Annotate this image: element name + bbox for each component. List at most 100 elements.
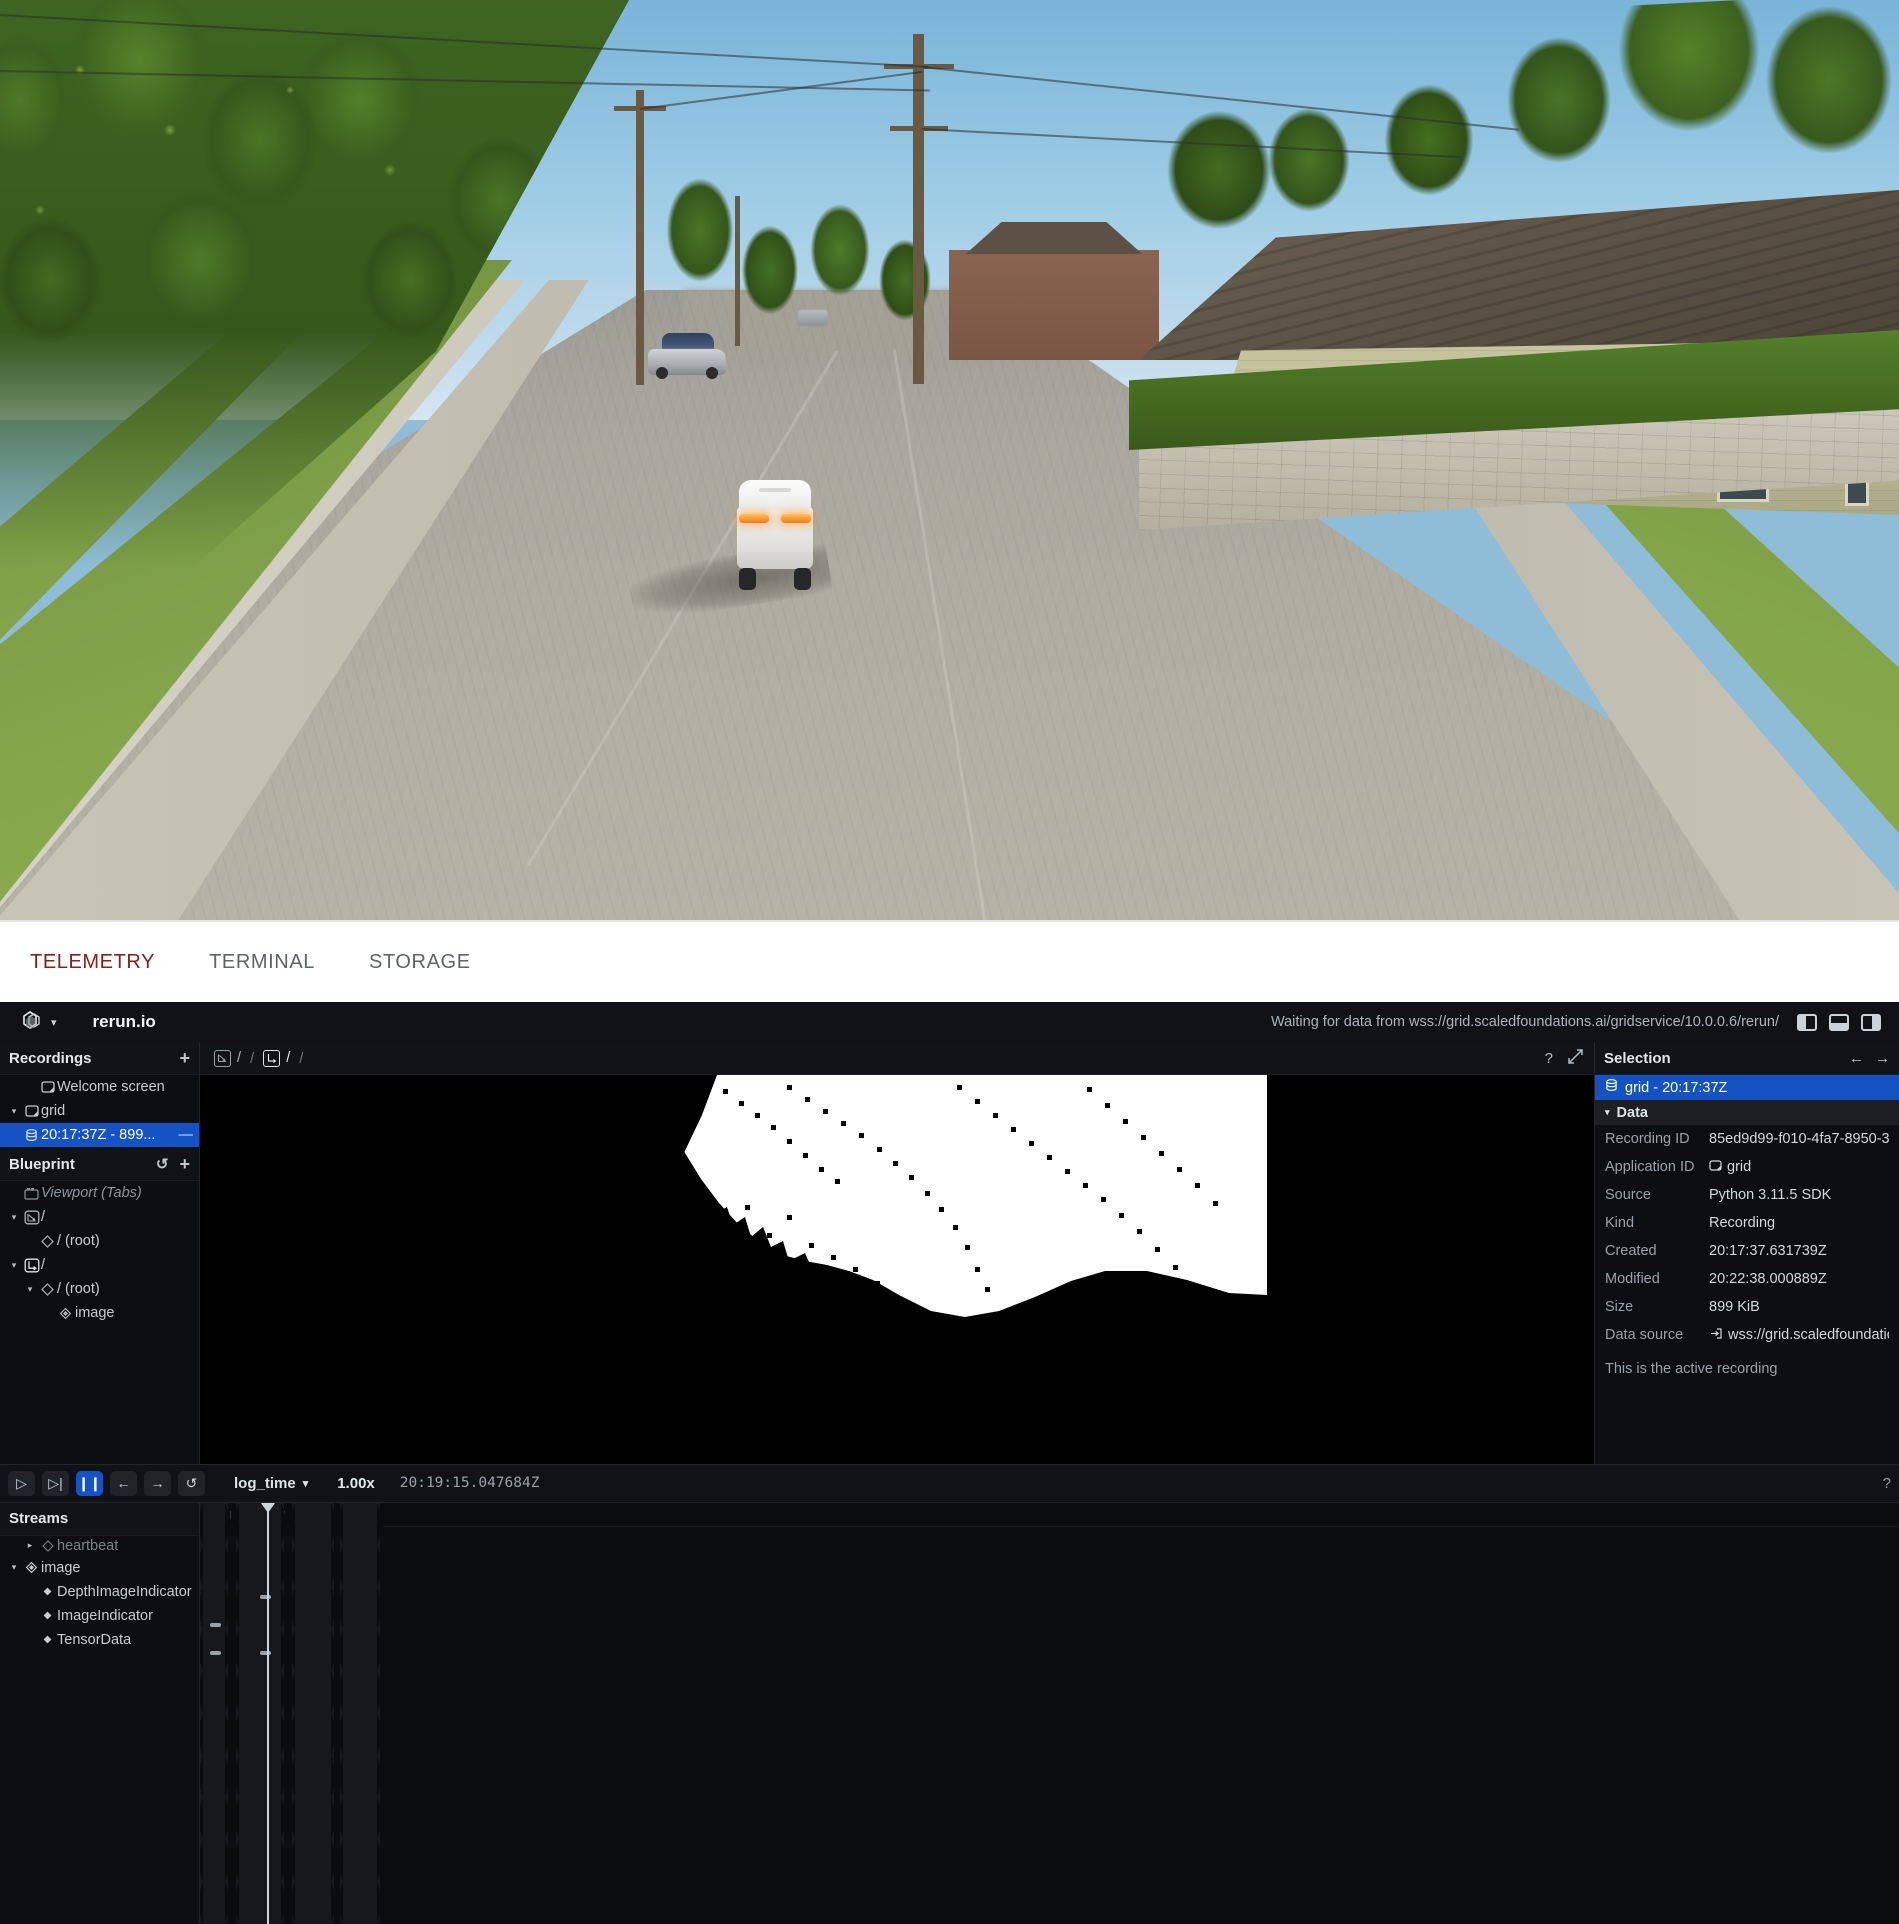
viewer-help-button[interactable]: ?	[1545, 1050, 1553, 1067]
tab-telemetry[interactable]: TELEMETRY	[20, 943, 165, 982]
field-value: 85ed9d99-f010-4fa7-8950-3bc607	[1709, 1131, 1889, 1147]
left-panel-toggle-icon[interactable]	[1797, 1013, 1817, 1031]
stream-item-depthimageindicator[interactable]: DepthImageIndicator	[0, 1580, 199, 1604]
recording-group-grid[interactable]: ▾ grid	[0, 1099, 199, 1123]
twisty-expanded[interactable]: ▾	[22, 1284, 38, 1295]
utility-pole	[735, 196, 740, 346]
timeline-help-button[interactable]: ?	[1883, 1475, 1891, 1492]
add-blueprint-button[interactable]: +	[179, 1155, 190, 1173]
selection-forward-button[interactable]: →	[1875, 1051, 1890, 1066]
blueprint-label: /	[41, 1209, 46, 1225]
robot-taillight-left	[739, 514, 769, 523]
timeline-selector-label: log_time	[234, 1474, 296, 1492]
twisty-expanded[interactable]: ▾	[6, 1212, 22, 1223]
viewer-tab-3d[interactable]: /	[259, 1048, 294, 1069]
field-value: 20:22:38.000889Z	[1709, 1271, 1827, 1287]
tab-separator: /	[299, 1049, 304, 1067]
selection-back-button[interactable]: ←	[1849, 1051, 1864, 1066]
stream-item-image[interactable]: ▾ image	[0, 1556, 199, 1580]
field-value: wss://grid.scaledfoundations.ai/	[1728, 1327, 1889, 1343]
depth-image-viewer[interactable]	[200, 1075, 1594, 1464]
utility-pole	[636, 90, 644, 385]
viewer-expand-icon[interactable]	[1567, 1048, 1584, 1069]
streams-header: Streams	[0, 1502, 199, 1536]
camera-feed-image	[0, 0, 1899, 920]
delivery-robot	[627, 480, 833, 624]
twisty-expanded[interactable]: ▾	[6, 1106, 22, 1117]
recording-unload-button[interactable]: —	[179, 1127, 200, 1143]
stream-item-heartbeat[interactable]: ▸ heartbeat	[0, 1536, 199, 1556]
diamond-icon	[38, 1234, 57, 1248]
twisty[interactable]: ▸	[22, 1540, 38, 1551]
field-key: Application ID	[1605, 1159, 1695, 1175]
blueprint-item-image[interactable]: image	[0, 1301, 199, 1325]
timeline-playhead[interactable]	[261, 1502, 275, 1924]
viewer-tab-2d[interactable]: /	[210, 1048, 245, 1069]
step-back-button[interactable]: ←	[110, 1470, 137, 1496]
bottom-panel-toggle-icon[interactable]	[1829, 1013, 1849, 1031]
loop-button[interactable]: ↺	[178, 1470, 205, 1496]
field-recording-id: Recording ID 85ed9d99-f010-4fa7-8950-3bc…	[1595, 1125, 1899, 1153]
selection-target-label: grid - 20:17:37Z	[1625, 1079, 1728, 1096]
step-next-button[interactable]: →	[144, 1470, 171, 1496]
bullet-icon	[38, 1611, 57, 1620]
pause-button[interactable]: ❙❙	[76, 1470, 103, 1496]
field-value: Recording	[1709, 1215, 1776, 1231]
recording-label: 20:17:37Z - 899...	[41, 1127, 156, 1143]
blueprint-item-viewport[interactable]: Viewport (Tabs)	[0, 1181, 199, 1205]
timeline-ticks[interactable]	[200, 1503, 1899, 1527]
recording-item-welcome-screen[interactable]: Welcome screen	[0, 1075, 199, 1099]
recordings-title: Recordings	[9, 1049, 92, 1067]
spatial2d-icon	[214, 1049, 231, 1067]
distant-car	[798, 310, 828, 326]
main-tab-bar: TELEMETRY TERMINAL STORAGE	[0, 920, 1899, 1002]
blueprint-item-root-2d[interactable]: / (root)	[0, 1229, 199, 1253]
selection-data-section[interactable]: ▾ Data	[1595, 1100, 1899, 1125]
reset-blueprint-button[interactable]: ↺	[156, 1157, 169, 1172]
play-button[interactable]: ▷	[8, 1470, 35, 1496]
right-panel-toggle-icon[interactable]	[1861, 1013, 1881, 1031]
blueprint-item-space-3d[interactable]: ▾ /	[0, 1253, 199, 1277]
active-recording-note: This is the active recording	[1605, 1361, 1778, 1377]
stream-item-tensordata[interactable]: TensorData	[0, 1628, 199, 1652]
diamond-icon	[38, 1282, 57, 1296]
tab-storage[interactable]: STORAGE	[359, 943, 481, 982]
recording-item-active[interactable]: 20:17:37Z - 899... —	[0, 1123, 199, 1147]
twisty-expanded[interactable]: ▾	[6, 1260, 22, 1271]
app-title: rerun.io	[92, 1012, 156, 1031]
stream-label: TensorData	[57, 1631, 132, 1648]
chevron-down-icon[interactable]: ▾	[51, 1016, 57, 1029]
chevron-down-icon: ▾	[302, 1477, 309, 1490]
field-key: Kind	[1605, 1215, 1635, 1231]
field-application-id: Application ID grid	[1595, 1153, 1899, 1181]
rerun-logo-icon[interactable]	[20, 1011, 46, 1033]
stream-item-imageindicator[interactable]: ImageIndicator	[0, 1604, 199, 1628]
viewer-tab-label: /	[286, 1050, 291, 1066]
bullet-icon	[38, 1635, 57, 1644]
application-icon	[22, 1105, 41, 1117]
blueprint-title: Blueprint	[9, 1155, 75, 1173]
viewer-tab-bar: / / / / ?	[200, 1042, 1594, 1075]
twisty-expanded[interactable]: ▾	[6, 1562, 22, 1573]
playback-rate[interactable]: 1.00x	[337, 1475, 375, 1492]
streams-tree: Streams ▸ heartbeat ▾ image DepthImageIn…	[0, 1502, 200, 1924]
field-value: 899 KiB	[1709, 1299, 1760, 1315]
blueprint-item-root-3d[interactable]: ▾ / (root)	[0, 1277, 199, 1301]
field-value: Python 3.11.5 SDK	[1709, 1187, 1832, 1203]
recordings-header: Recordings +	[0, 1042, 199, 1075]
recording-label: Welcome screen	[57, 1079, 165, 1095]
database-icon	[1605, 1079, 1618, 1096]
rerun-viewer: ▾ rerun.io Waiting for data from wss://g…	[0, 1002, 1899, 1924]
streams-title: Streams	[9, 1510, 69, 1527]
tab-terminal[interactable]: TERMINAL	[199, 943, 325, 982]
streams-timeline[interactable]	[200, 1502, 1899, 1924]
selection-target[interactable]: grid - 20:17:37Z	[1595, 1075, 1899, 1100]
depth-image	[487, 1075, 1267, 1464]
blueprint-item-space-2d[interactable]: ▾ /	[0, 1205, 199, 1229]
timeline-selector[interactable]: log_time ▾	[234, 1475, 308, 1492]
step-forward-button[interactable]: ▷|	[42, 1470, 69, 1496]
field-key: Size	[1605, 1299, 1634, 1315]
add-recording-button[interactable]: +	[179, 1049, 190, 1067]
field-data-source: Data source wss://grid.scaledfoundations…	[1595, 1321, 1899, 1349]
twisty-expanded[interactable]: ▾	[1605, 1107, 1610, 1118]
